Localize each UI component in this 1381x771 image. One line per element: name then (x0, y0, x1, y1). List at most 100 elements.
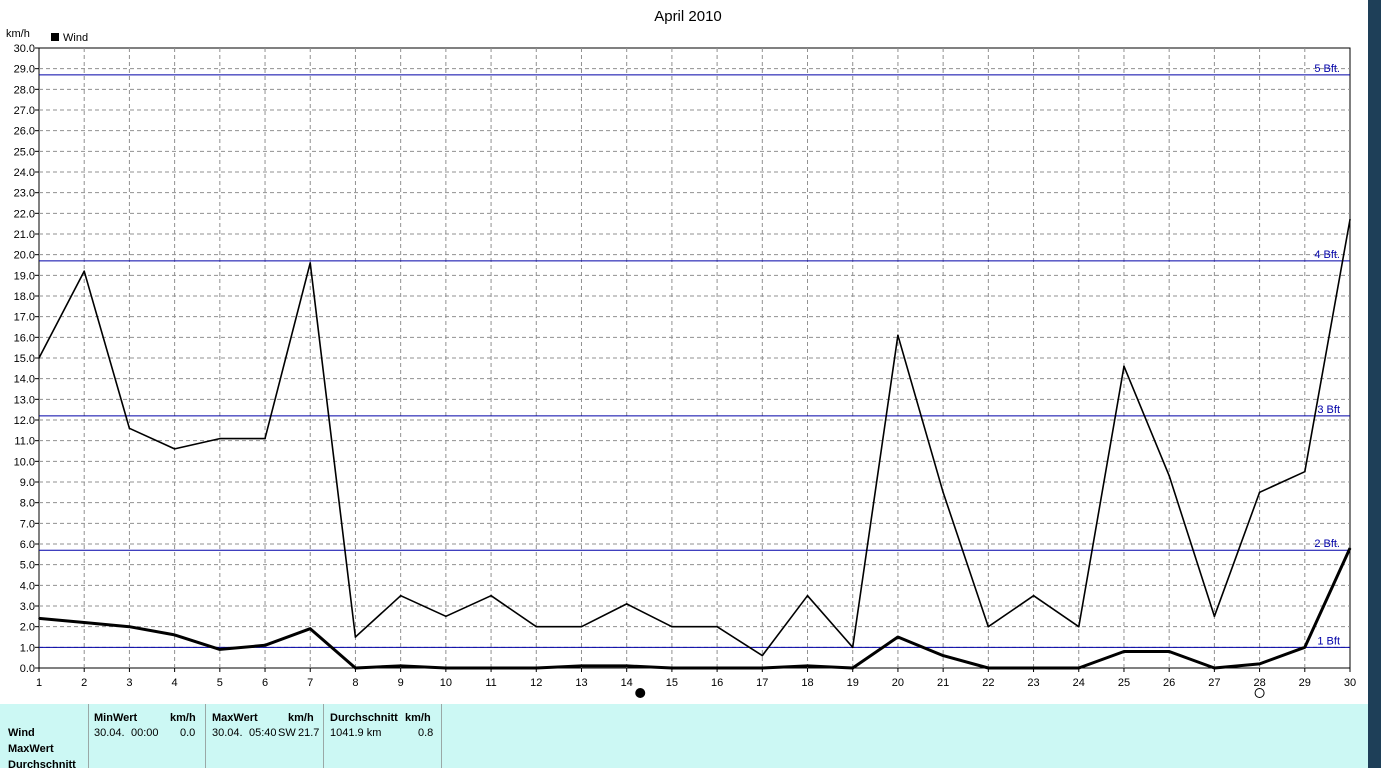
data-point-max (580, 625, 583, 628)
data-point-wind (580, 665, 583, 667)
x-tick-label: 1 (36, 677, 42, 689)
reference-line-label: 3 Bft (1317, 404, 1340, 416)
x-tick-label: 20 (892, 677, 904, 689)
x-tick-label: 21 (937, 677, 949, 689)
x-tick-label: 13 (575, 677, 587, 689)
y-tick-label: 18.0 (14, 291, 35, 303)
x-tick-label: 24 (1073, 677, 1085, 689)
min-time: 00:00 (131, 727, 159, 739)
data-point-wind (128, 625, 131, 628)
legend-swatch-wind (51, 33, 59, 41)
data-point-max (128, 427, 131, 430)
y-tick-label: 6.0 (20, 539, 35, 551)
x-tick-label: 8 (352, 677, 358, 689)
avg-distance: 1041.9 km (330, 727, 382, 739)
x-tick-label: 4 (172, 677, 178, 689)
x-tick-label: 5 (217, 677, 223, 689)
max-time: 05:40 (249, 727, 277, 739)
stats-divider (441, 704, 442, 768)
data-point-wind (173, 634, 176, 636)
statistics-panel: Wind MaxWert Durchschnitt MinWert km/h 3… (0, 704, 1368, 771)
data-point-max (851, 646, 854, 649)
reference-line-label: 2 Bft. (1314, 538, 1340, 550)
x-tick-label: 30 (1344, 677, 1356, 689)
y-tick-label: 17.0 (14, 312, 35, 324)
data-point-wind (309, 627, 312, 630)
data-point-max (83, 270, 86, 273)
y-tick-label: 0.0 (20, 663, 35, 675)
data-point-max (987, 625, 990, 628)
y-tick-label: 21.0 (14, 229, 35, 241)
max-value: 21.7 (298, 727, 320, 739)
min-value: 0.0 (180, 727, 196, 739)
window-edge-strip (1368, 0, 1381, 768)
x-tick-label: 2 (81, 677, 87, 689)
data-point-max (761, 654, 764, 657)
y-tick-label: 12.0 (14, 415, 35, 427)
reference-line-label: 1 Bft (1317, 635, 1340, 647)
y-tick-label: 5.0 (20, 560, 35, 572)
data-point-wind (942, 654, 944, 657)
data-point-wind (806, 665, 809, 667)
new-moon-icon (1254, 688, 1265, 698)
y-tick-label: 28.0 (14, 84, 35, 96)
y-tick-label: 16.0 (14, 332, 35, 344)
y-tick-label: 3.0 (20, 601, 35, 613)
data-point-max (1168, 475, 1170, 477)
data-point-max (897, 334, 899, 337)
min-unit: km/h (170, 712, 196, 724)
data-point-wind (38, 617, 40, 620)
x-tick-label: 16 (711, 677, 723, 689)
y-tick-label: 1.0 (20, 642, 35, 654)
data-point-max (1303, 470, 1306, 473)
data-point-max (535, 625, 538, 628)
data-point-max (1213, 615, 1216, 618)
y-tick-label: 7.0 (20, 518, 35, 530)
legend: Wind (51, 32, 88, 44)
y-tick-label: 23.0 (14, 188, 35, 200)
data-point-wind (264, 644, 266, 647)
data-point-max (806, 594, 809, 597)
x-tick-label: 29 (1299, 677, 1311, 689)
avg-unit: km/h (405, 712, 431, 724)
data-point-max (490, 594, 492, 597)
y-tick-label: 8.0 (20, 498, 35, 510)
min-header: MinWert (94, 712, 138, 724)
legend-label-wind: Wind (63, 32, 88, 44)
data-point-max (671, 625, 673, 628)
data-point-wind (1168, 650, 1170, 653)
min-date: 30.04. (94, 727, 125, 739)
y-tick-label: 11.0 (14, 436, 35, 448)
data-point-wind (399, 665, 402, 667)
x-tick-label: 9 (398, 677, 404, 689)
y-tick-label: 25.0 (14, 146, 35, 158)
x-tick-label: 6 (262, 677, 268, 689)
data-point-wind (625, 665, 628, 667)
x-tick-label: 18 (801, 677, 813, 689)
data-point-wind (897, 636, 899, 638)
y-axis-ticks: 0.0 1.0 2.0 3.0 4.0 5.0 6.0 7.0 8.0 9.0 10.0 11.0 12… (14, 43, 39, 675)
x-tick-label: 27 (1208, 677, 1220, 689)
data-point-max (354, 636, 357, 638)
max-direction: SW (278, 727, 296, 739)
x-tick-label: 23 (1027, 677, 1039, 689)
x-tick-label: 11 (485, 677, 496, 689)
moon-phase-markers (635, 688, 1265, 698)
data-point-wind (1123, 650, 1125, 653)
y-axis-unit-label: km/h (6, 28, 30, 40)
x-axis-ticks: 1 2 3 4 5 6 7 8 9 10 11 12 13 14 15 16 17 18 19 20 21 22 23 24 2… (36, 668, 1356, 689)
data-point-max (625, 603, 628, 605)
wind-chart: April 2010 km/h Wind 1 Bft 2 Bft. 3 Bft 4 B… (6, 8, 1356, 698)
data-point-max (445, 615, 447, 618)
reference-line-label: 5 Bft. (1314, 63, 1340, 75)
x-tick-label: 12 (530, 677, 542, 689)
y-tick-label: 13.0 (14, 394, 35, 406)
x-tick-label: 22 (982, 677, 994, 689)
x-tick-label: 7 (307, 677, 313, 689)
data-point-max (309, 262, 312, 264)
data-point-max (399, 594, 402, 597)
y-tick-label: 27.0 (14, 105, 35, 117)
x-tick-label: 17 (756, 677, 768, 689)
data-point-wind (1258, 663, 1261, 665)
y-tick-label: 30.0 (14, 43, 35, 55)
